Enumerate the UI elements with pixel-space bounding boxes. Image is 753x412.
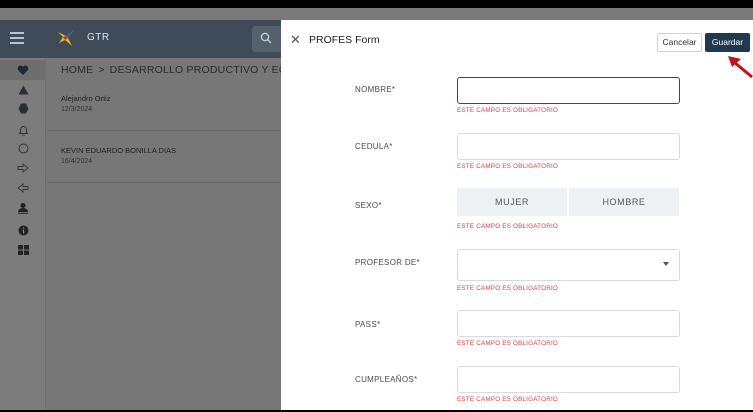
grid-icon[interactable] — [0, 240, 46, 260]
nombre-label: NOMBRE* — [355, 85, 396, 94]
logo-icon — [58, 30, 74, 46]
chevron-down-icon — [663, 262, 669, 266]
cancel-button[interactable]: Cancelar — [657, 33, 702, 52]
triangle-icon[interactable] — [0, 80, 46, 100]
breadcrumb-separator: > — [98, 64, 105, 76]
records-list: HOME > DESARROLLO PRODUCTIVO Y ECONC Aleja… — [47, 58, 310, 410]
sexo-option-hombre[interactable]: HOMBRE — [569, 188, 679, 216]
cumple-label: CUMPLEAÑOS* — [355, 375, 418, 384]
pass-label: PASS* — [355, 320, 381, 329]
hexagon-icon[interactable] — [0, 98, 46, 118]
pass-error: ESTE CAMPO ES OBLIGATORIO — [457, 340, 558, 347]
record-name: KEVIN EDUARDO BONILLA DIAS — [61, 146, 177, 155]
record-date: 12/3/2024 — [61, 106, 93, 113]
form-header: ✕ PROFES Form Cancelar Guardar — [281, 20, 753, 60]
profesor-error: ESTE CAMPO ES OBLIGATORIO — [457, 285, 558, 292]
record-date: 16/4/2024 — [61, 158, 93, 165]
breadcrumb-home[interactable]: HOME — [61, 64, 93, 76]
list-divider — [47, 130, 281, 131]
heart-icon[interactable] — [0, 60, 46, 80]
search-button[interactable] — [252, 26, 281, 52]
list-divider — [47, 182, 281, 183]
screen: GTR HOME > DESARROLLO PRODUCTIVO Y ECONC… — [0, 8, 753, 410]
sexo-toggle: MUJER HOMBRE — [457, 188, 679, 216]
annotation-arrow — [728, 56, 753, 78]
app-bar: GTR — [0, 20, 281, 58]
user-icon[interactable] — [0, 198, 46, 218]
app-name: GTR — [87, 32, 110, 43]
nombre-error: ESTE CAMPO ES OBLIGATORIO — [457, 107, 558, 114]
close-icon[interactable]: ✕ — [290, 33, 301, 46]
sexo-label: SEXO* — [355, 201, 382, 210]
profes-form-panel: ✕ PROFES Form Cancelar Guardar NOMBRE* E… — [281, 20, 753, 410]
pass-field[interactable] — [457, 310, 680, 337]
arrow-left-icon[interactable] — [0, 178, 46, 198]
bell-icon[interactable] — [0, 120, 46, 140]
cedula-label: CEDULA* — [355, 142, 393, 151]
arrow-right-icon[interactable] — [0, 158, 46, 178]
circle-icon[interactable] — [0, 138, 46, 158]
profesor-select[interactable] — [457, 249, 680, 281]
nombre-field[interactable] — [457, 77, 680, 104]
profesor-label: PROFESOR DE* — [355, 258, 420, 267]
info-icon[interactable] — [0, 220, 46, 240]
list-item[interactable]: Alejandro Ortiz 12/3/2024 — [47, 94, 281, 113]
breadcrumb: HOME > DESARROLLO PRODUCTIVO Y ECONC — [61, 64, 311, 76]
save-button[interactable]: Guardar — [705, 33, 750, 52]
side-rail — [0, 58, 46, 410]
sexo-option-mujer[interactable]: MUJER — [457, 188, 567, 216]
cumple-field[interactable] — [457, 366, 680, 393]
list-item[interactable]: KEVIN EDUARDO BONILLA DIAS 16/4/2024 — [47, 146, 281, 165]
cumple-error: ESTE CAMPO ES OBLIGATORIO — [457, 396, 558, 403]
cedula-error: ESTE CAMPO ES OBLIGATORIO — [457, 163, 558, 170]
cedula-field[interactable] — [457, 133, 680, 160]
record-name: Alejandro Ortiz — [61, 94, 111, 103]
search-icon — [260, 32, 272, 44]
form-title: PROFES Form — [309, 34, 380, 46]
sexo-error: ESTE CAMPO ES OBLIGATORIO — [457, 223, 558, 230]
menu-icon[interactable] — [10, 32, 24, 44]
